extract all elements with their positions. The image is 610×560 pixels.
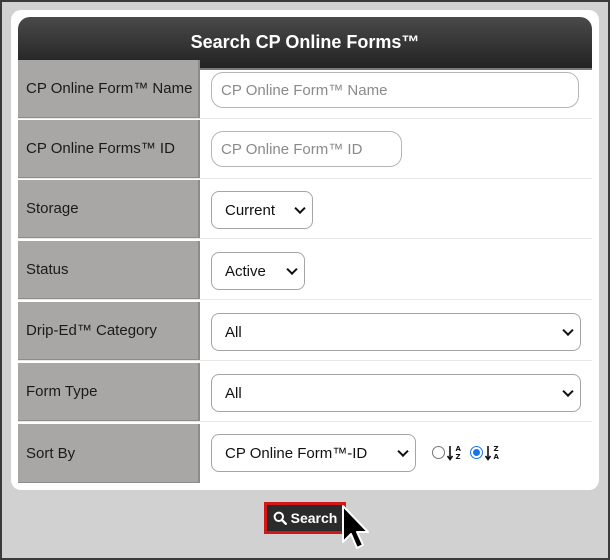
- status-select[interactable]: Active: [211, 252, 305, 290]
- row-sort-by: Sort By CP Online Form™-ID A Z Z A: [18, 424, 592, 483]
- sort-by-select[interactable]: CP Online Form™-ID: [211, 434, 416, 472]
- sort-by-select-value: CP Online Form™-ID: [225, 444, 368, 462]
- category-label: Drip-Ed™ Category: [18, 302, 200, 360]
- sort-descending-radio[interactable]: [470, 446, 483, 459]
- storage-label: Storage: [18, 180, 200, 238]
- svg-text:A: A: [494, 453, 500, 461]
- svg-text:A: A: [456, 445, 462, 453]
- mouse-cursor-icon: [342, 505, 369, 549]
- chevron-down-icon: [294, 202, 306, 215]
- row-storage: Storage Current: [18, 180, 592, 239]
- chevron-down-icon: [397, 445, 409, 458]
- category-select-value: All: [225, 323, 242, 341]
- form-name-input[interactable]: [211, 72, 579, 108]
- form-id-label: CP Online Forms™ ID: [18, 120, 200, 178]
- storage-select[interactable]: Current: [211, 191, 313, 229]
- chevron-down-icon: [562, 385, 574, 398]
- sort-ascending-radio[interactable]: [432, 446, 445, 459]
- form-type-select[interactable]: All: [211, 374, 581, 412]
- row-category: Drip-Ed™ Category All: [18, 302, 592, 361]
- sort-ascending-az-icon: A Z: [447, 445, 462, 461]
- category-select[interactable]: All: [211, 313, 581, 351]
- status-label: Status: [18, 241, 200, 299]
- sort-by-label: Sort By: [18, 424, 200, 483]
- form-id-input[interactable]: [211, 131, 402, 167]
- form-type-select-value: All: [225, 384, 242, 402]
- form-type-label: Form Type: [18, 363, 200, 421]
- chevron-down-icon: [562, 324, 574, 337]
- chevron-down-icon: [286, 263, 298, 276]
- form-name-label: CP Online Form™ Name: [18, 60, 200, 118]
- search-button[interactable]: Search: [264, 502, 346, 534]
- svg-text:Z: Z: [494, 445, 499, 453]
- row-form-id: CP Online Forms™ ID: [18, 120, 592, 179]
- search-icon: [273, 511, 287, 525]
- row-form-name: CP Online Form™ Name: [18, 60, 592, 119]
- sort-descending-za-icon: Z A: [485, 445, 500, 461]
- svg-text:Z: Z: [456, 453, 461, 461]
- row-form-type: Form Type All: [18, 363, 592, 422]
- search-button-label: Search: [290, 510, 338, 526]
- row-status: Status Active: [18, 241, 592, 300]
- storage-select-value: Current: [225, 201, 276, 219]
- status-select-value: Active: [225, 262, 266, 280]
